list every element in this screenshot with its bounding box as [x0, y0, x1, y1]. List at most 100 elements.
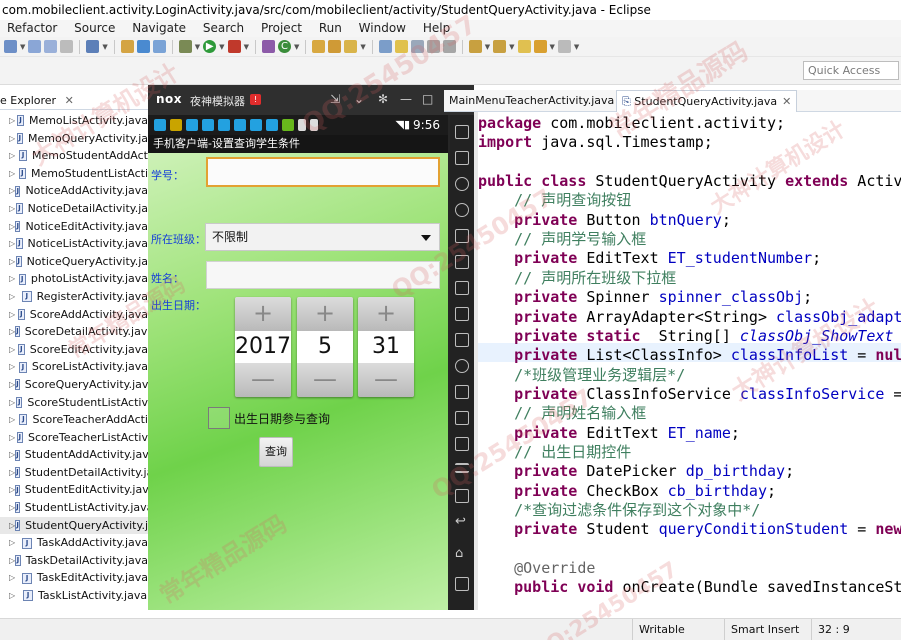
maximize-icon[interactable]: □: [422, 92, 433, 106]
tree-item[interactable]: ▷ J ScoreAddActivity.java: [0, 306, 148, 324]
menu-search[interactable]: Search: [203, 21, 244, 35]
tree-item[interactable]: ▷ J NoticeQueryActivity.ja: [0, 253, 148, 271]
quick-access-input[interactable]: Quick Access: [803, 61, 899, 80]
expand-arrow-icon[interactable]: ▷: [9, 534, 22, 552]
expand-arrow-icon[interactable]: ▷: [9, 270, 19, 288]
menu-project[interactable]: Project: [261, 21, 302, 35]
checkbox-icon[interactable]: [86, 40, 100, 53]
search-icon[interactable]: [344, 40, 358, 53]
menu-window[interactable]: Window: [359, 21, 406, 35]
tree-item[interactable]: ▷ J ScoreDetailActivity.java: [0, 323, 148, 341]
menu-refactor[interactable]: Refactor: [7, 21, 57, 35]
expand-arrow-icon[interactable]: ▷: [9, 147, 19, 165]
new-class-icon[interactable]: C: [277, 40, 291, 53]
dropdown-arrow-icon[interactable]: ▼: [509, 43, 514, 51]
tree-item[interactable]: ▷ JphotoListActivity.java: [0, 270, 148, 288]
expand-arrow-icon[interactable]: ▷: [9, 306, 18, 324]
month-decrement-button[interactable]: —: [297, 363, 353, 397]
tree-item[interactable]: ▷ J MemoStudentListActi: [0, 165, 148, 183]
dropdown-arrow-icon[interactable]: ▼: [20, 43, 25, 51]
expand-arrow-icon[interactable]: ▷: [9, 165, 19, 183]
new-java-project-icon[interactable]: [261, 40, 275, 53]
debug-icon[interactable]: [178, 40, 192, 53]
annotation-icon[interactable]: [378, 40, 392, 53]
open-type-icon[interactable]: [312, 40, 326, 53]
multi-instance-icon[interactable]: [455, 385, 469, 399]
macro-icon[interactable]: [455, 411, 469, 425]
birthday-checkbox-label[interactable]: 出生日期参与查询: [234, 410, 330, 427]
expand-arrow-icon[interactable]: ▷: [9, 411, 19, 429]
shake-icon[interactable]: [455, 359, 469, 373]
tree-item[interactable]: ▷ J NoticeAddActivity.java: [0, 182, 148, 200]
menu-help[interactable]: Help: [423, 21, 450, 35]
dropdown-arrow-icon[interactable]: ▼: [550, 43, 555, 51]
expand-arrow-icon[interactable]: ▷: [9, 429, 17, 447]
show-whitespace-icon[interactable]: [426, 40, 440, 53]
tree-item[interactable]: ▷ J ScoreTeacherAddActi: [0, 411, 148, 429]
open-task-icon[interactable]: [328, 40, 342, 53]
dropdown-arrow-icon[interactable]: ▼: [360, 43, 365, 51]
save-icon[interactable]: [28, 40, 42, 53]
tree-item[interactable]: ▷ J ScoreQueryActivity.jav: [0, 376, 148, 394]
tree-item[interactable]: ▷ J RegisterActivity.java: [0, 288, 148, 306]
fullscreen-icon[interactable]: [455, 255, 469, 269]
tree-item[interactable]: ▷ J MemoQueryActivity.ja: [0, 130, 148, 148]
month-picker[interactable]: + 5 —: [297, 297, 353, 397]
print-icon[interactable]: [60, 40, 74, 53]
expand-arrow-icon[interactable]: ▷: [9, 587, 23, 605]
year-picker[interactable]: + 2017 —: [235, 297, 291, 397]
menu-navigate[interactable]: Navigate: [132, 21, 186, 35]
tree-item[interactable]: ▷ J ScoreStudentListActiv: [0, 394, 148, 412]
tree-item[interactable]: ▷ J ScoreListActivity.java: [0, 358, 148, 376]
tree-item[interactable]: ▷ J MemoListActivity.java: [0, 112, 148, 130]
close-icon[interactable]: ✕: [782, 95, 791, 108]
menu-run[interactable]: Run: [319, 21, 342, 35]
tab-main-menu-teacher-activity[interactable]: MainMenuTeacherActivity.java: [444, 90, 619, 112]
name-input[interactable]: [206, 261, 440, 289]
next-annotation-icon[interactable]: [468, 40, 482, 53]
close-icon[interactable]: ✕: [65, 94, 74, 107]
collapse-icon[interactable]: ⌄: [354, 92, 364, 106]
expand-arrow-icon[interactable]: ▷: [9, 235, 16, 253]
avd-icon[interactable]: [152, 40, 166, 53]
tree-item[interactable]: ▷ J TaskEditActivity.java: [0, 569, 148, 587]
run-icon[interactable]: ▶: [203, 40, 217, 53]
day-decrement-button[interactable]: —: [358, 363, 414, 397]
dropdown-arrow-icon[interactable]: ▼: [574, 43, 579, 51]
day-increment-button[interactable]: +: [358, 297, 414, 331]
folder-icon[interactable]: [120, 40, 134, 53]
back-icon[interactable]: [533, 40, 547, 53]
phone-icon[interactable]: [455, 125, 469, 139]
screenshot-icon[interactable]: [455, 333, 469, 347]
expand-arrow-icon[interactable]: ▷: [9, 394, 16, 412]
apk-icon[interactable]: [455, 229, 469, 243]
volume-down-icon[interactable]: [455, 307, 469, 321]
menu-source[interactable]: Source: [74, 21, 115, 35]
dropdown-arrow-icon[interactable]: ▼: [244, 43, 249, 51]
keyboard-icon[interactable]: [455, 151, 469, 165]
year-value[interactable]: 2017: [235, 331, 291, 363]
tree-item[interactable]: ▷ J TaskAddActivity.java: [0, 534, 148, 552]
day-value[interactable]: 31: [358, 331, 414, 363]
code-editor[interactable]: package com.mobileclient.activity; import…: [478, 114, 901, 610]
tree-item[interactable]: ▷ J ScoreTeacherListActiv: [0, 429, 148, 447]
student-number-input[interactable]: [206, 157, 440, 187]
year-decrement-button[interactable]: —: [235, 363, 291, 397]
expand-arrow-icon[interactable]: ▷: [9, 130, 17, 148]
dropdown-arrow-icon[interactable]: ▼: [485, 43, 490, 51]
arrow-icon[interactable]: ⇲: [330, 92, 340, 106]
dropdown-arrow-icon[interactable]: ▼: [219, 43, 224, 51]
tree-item[interactable]: ▷ J NoticeListActivity.java: [0, 235, 148, 253]
expand-arrow-icon[interactable]: ▷: [9, 112, 17, 130]
tree-item[interactable]: ▷ J NoticeDetailActivity.ja: [0, 200, 148, 218]
tree-item[interactable]: ▷ J StudentAddActivity.jav: [0, 446, 148, 464]
home-icon[interactable]: ⌂: [455, 547, 469, 561]
more-icon[interactable]: [455, 489, 469, 503]
tree-item[interactable]: ▷ J StudentQueryActivity.j: [0, 516, 148, 535]
tree-item[interactable]: ▷ J ScoreEditActivity.java: [0, 341, 148, 359]
menu-icon[interactable]: [455, 463, 469, 473]
expand-arrow-icon[interactable]: ▷: [9, 288, 22, 306]
word-wrap-icon[interactable]: [410, 40, 424, 53]
expand-arrow-icon[interactable]: ▷: [9, 341, 18, 359]
new-icon[interactable]: [4, 40, 17, 53]
